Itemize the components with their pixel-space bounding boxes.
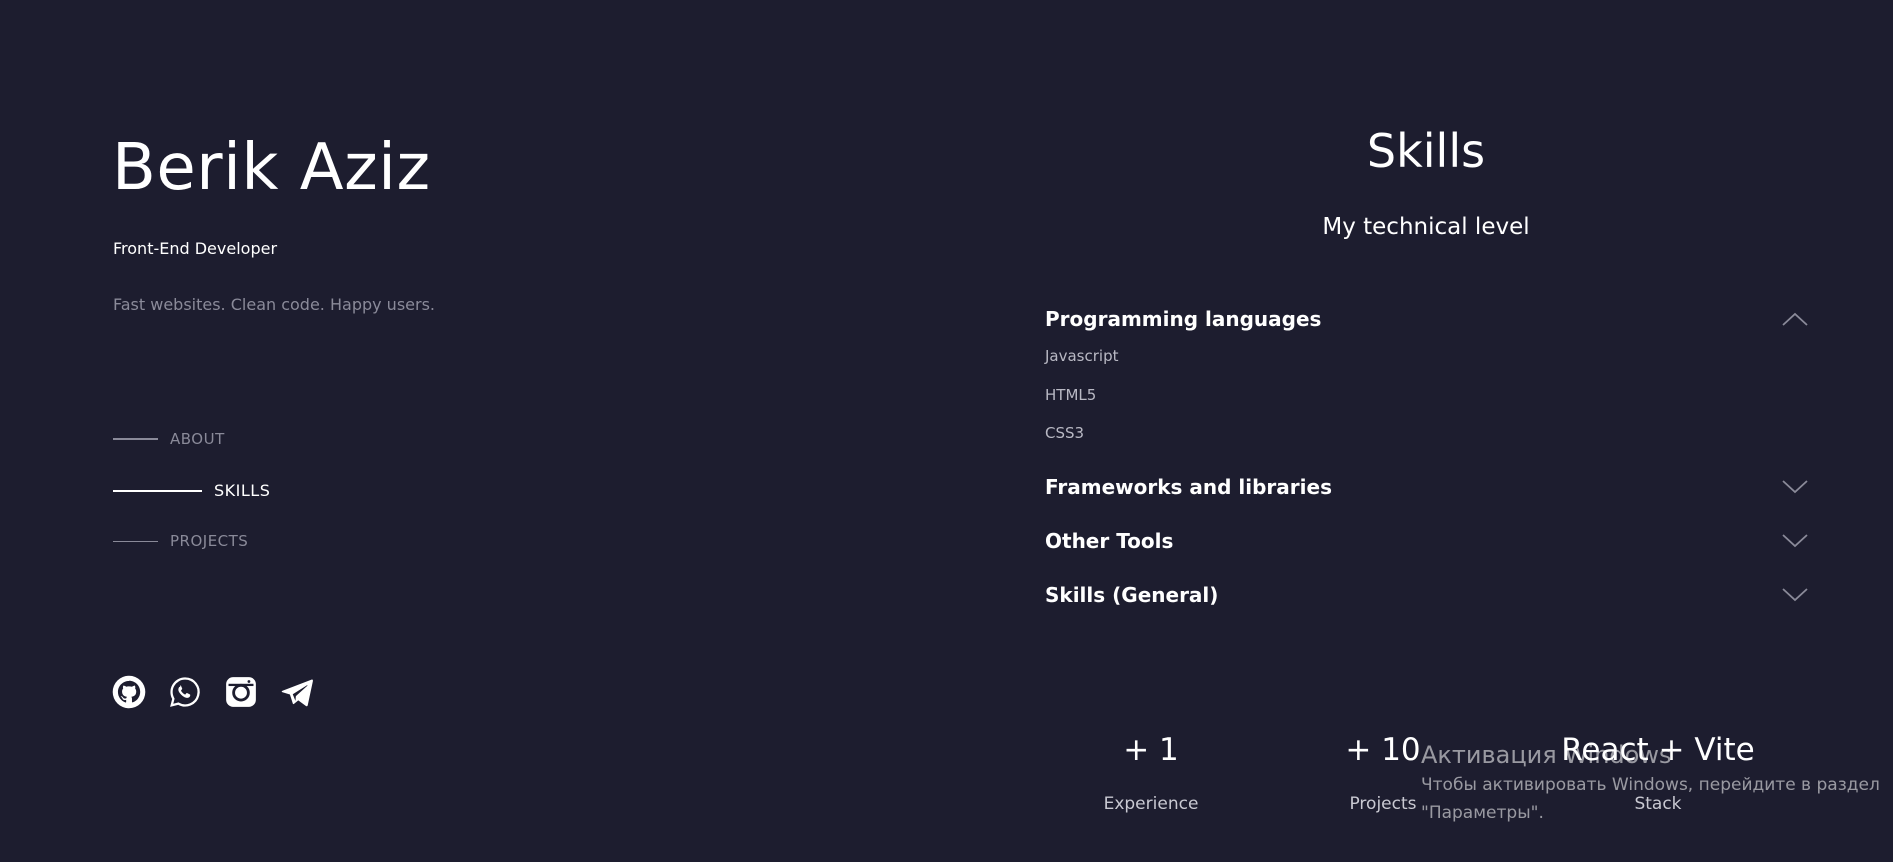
stat-label: Experience <box>1103 794 1199 814</box>
stat-label: Stack <box>1634 794 1682 814</box>
accordion-header-frameworks[interactable]: Frameworks and libraries <box>1045 473 1811 501</box>
stat-value: + 10 <box>1345 732 1421 768</box>
stat-projects: + 10 Projects <box>1283 730 1483 814</box>
stat-experience: + 1 Experience <box>1051 730 1251 814</box>
accordion-header-other-tools[interactable]: Other Tools <box>1045 527 1811 555</box>
nav-item-label: SKILLS <box>214 481 271 500</box>
whatsapp-link[interactable] <box>168 675 202 709</box>
nav-indicator-line <box>113 540 158 542</box>
github-link[interactable] <box>112 675 146 709</box>
social-links <box>112 675 314 709</box>
profile-name: Berik Aziz <box>112 131 431 205</box>
telegram-icon <box>281 679 313 707</box>
accordion-title: Skills (General) <box>1045 583 1219 607</box>
nav-indicator-line <box>113 489 202 492</box>
portfolio-page: Berik Aziz Front-End Developer Fast webs… <box>0 0 1893 862</box>
github-icon <box>112 675 146 709</box>
skill-item-javascript: Javascript <box>1045 347 1119 365</box>
skill-item-html5: HTML5 <box>1045 386 1097 404</box>
skills-title: Skills <box>1366 124 1486 178</box>
whatsapp-icon <box>170 677 200 707</box>
chevron-down-icon <box>1782 480 1808 494</box>
stat-value: + 1 <box>1123 732 1179 768</box>
stat-label: Projects <box>1349 794 1417 814</box>
chevron-up-icon <box>1782 312 1808 326</box>
chevron-down-icon <box>1782 534 1808 548</box>
chevron-down-icon <box>1782 588 1808 602</box>
skills-subtitle: My technical level <box>1322 214 1530 240</box>
accordion-header-programming-languages[interactable]: Programming languages <box>1045 305 1811 333</box>
profile-tagline: Fast websites. Clean code. Happy users. <box>113 295 435 314</box>
nav-indicator-line <box>113 438 158 440</box>
skill-item-css3: CSS3 <box>1045 424 1085 442</box>
nav-item-label: ABOUT <box>170 430 225 448</box>
accordion-title: Programming languages <box>1045 307 1322 331</box>
stats-row: + 1 Experience + 10 Projects React + Vit… <box>0 730 1893 830</box>
stat-value: React + Vite <box>1561 732 1755 768</box>
nav-item-about[interactable]: ABOUT <box>113 430 225 448</box>
accordion-header-skills-general[interactable]: Skills (General) <box>1045 581 1811 609</box>
accordion-title: Other Tools <box>1045 529 1174 553</box>
instagram-icon <box>226 677 256 707</box>
profile-role: Front-End Developer <box>113 239 278 258</box>
nav-item-skills[interactable]: SKILLS <box>113 481 270 500</box>
nav-item-projects[interactable]: PROJECTS <box>113 532 248 550</box>
telegram-link[interactable] <box>280 675 314 709</box>
instagram-link[interactable] <box>224 675 258 709</box>
stat-stack: React + Vite Stack <box>1558 730 1758 814</box>
nav-item-label: PROJECTS <box>170 532 249 550</box>
accordion-title: Frameworks and libraries <box>1045 475 1332 499</box>
